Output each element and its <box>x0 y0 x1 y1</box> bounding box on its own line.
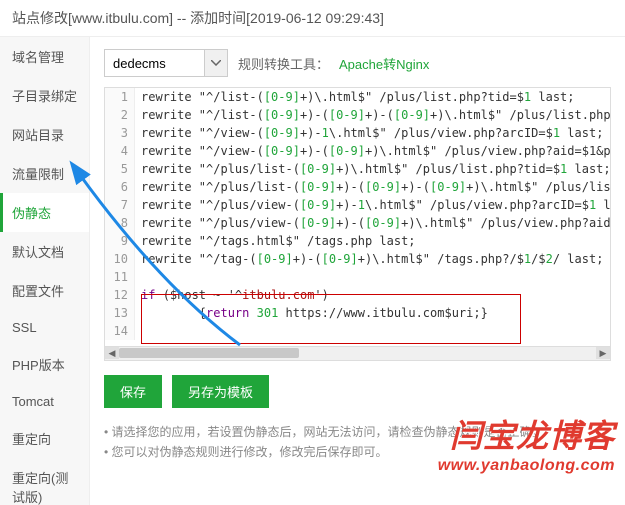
code-line: 5rewrite "^/plus/list-([0-9]+)\.html$" /… <box>105 160 610 178</box>
code-line: 6rewrite "^/plus/list-([0-9]+)-([0-9]+)-… <box>105 178 610 196</box>
main-panel: 规则转换工具： Apache转Nginx 1rewrite "^/list-([… <box>90 37 625 505</box>
chevron-down-icon[interactable] <box>204 49 228 77</box>
sidebar-item-php[interactable]: PHP版本 <box>0 345 89 384</box>
sidebar-item-redirect[interactable]: 重定向 <box>0 419 89 458</box>
code-editor[interactable]: 1rewrite "^/list-([0-9]+)\.html$" /plus/… <box>104 87 611 347</box>
sidebar-item-rewrite[interactable]: 伪静态 <box>0 193 89 232</box>
sidebar-item-ssl[interactable]: SSL <box>0 310 89 345</box>
save-button[interactable]: 保存 <box>104 375 162 408</box>
tip-item: 您可以对伪静态规则进行修改，修改完后保存即可。 <box>104 442 611 462</box>
tips-list: 请选择您的应用，若设置伪静态后，网站无法访问，请检查伪静态规则是否正确。您可以对… <box>104 422 611 462</box>
toolbar-label: 规则转换工具： <box>238 54 329 73</box>
code-line: 2rewrite "^/list-([0-9]+)-([0-9]+)-([0-9… <box>105 106 610 124</box>
template-select-input[interactable] <box>104 49 204 77</box>
code-line: 1rewrite "^/list-([0-9]+)\.html$" /plus/… <box>105 88 610 106</box>
sidebar-item-config[interactable]: 配置文件 <box>0 271 89 310</box>
code-line: 9rewrite "^/tags.html$" /tags.php last; <box>105 232 610 250</box>
sidebar: 域名管理子目录绑定网站目录流量限制伪静态默认文档配置文件SSLPHP版本Tomc… <box>0 37 90 505</box>
code-line: 7rewrite "^/plus/view-([0-9]+)-1\.html$"… <box>105 196 610 214</box>
convert-link[interactable]: Apache转Nginx <box>339 54 429 73</box>
tip-item: 请选择您的应用，若设置伪静态后，网站无法访问，请检查伪静态规则是否正确。 <box>104 422 611 442</box>
scroll-right-icon[interactable]: ▶ <box>596 347 610 359</box>
sidebar-item-default[interactable]: 默认文档 <box>0 232 89 271</box>
sidebar-item-domain[interactable]: 域名管理 <box>0 37 89 76</box>
template-select[interactable] <box>104 49 228 77</box>
code-line: 3rewrite "^/view-([0-9]+)-1\.html$" /plu… <box>105 124 610 142</box>
code-line: 13 {return 301 https://www.itbulu.com$ur… <box>105 304 610 322</box>
code-line: 12if ($host ~ '^itbulu.com') <box>105 286 610 304</box>
code-line: 8rewrite "^/plus/view-([0-9]+)-([0-9]+)\… <box>105 214 610 232</box>
save-template-button[interactable]: 另存为模板 <box>172 375 269 408</box>
code-line: 11 <box>105 268 610 286</box>
sidebar-item-redirect-beta[interactable]: 重定向(测试版) <box>0 458 89 505</box>
code-line: 14 <box>105 322 610 340</box>
sidebar-item-subdir[interactable]: 子目录绑定 <box>0 76 89 115</box>
scroll-thumb[interactable] <box>119 348 299 358</box>
horizontal-scrollbar[interactable]: ◀ ▶ <box>104 347 611 361</box>
scroll-left-icon[interactable]: ◀ <box>105 347 119 359</box>
page-title: 站点修改[www.itbulu.com] -- 添加时间[2019-06-12 … <box>0 0 625 37</box>
sidebar-item-traffic[interactable]: 流量限制 <box>0 154 89 193</box>
code-line: 10rewrite "^/tag-([0-9]+)-([0-9]+)\.html… <box>105 250 610 268</box>
code-line: 4rewrite "^/view-([0-9]+)-([0-9]+)\.html… <box>105 142 610 160</box>
sidebar-item-webdir[interactable]: 网站目录 <box>0 115 89 154</box>
sidebar-item-tomcat[interactable]: Tomcat <box>0 384 89 419</box>
